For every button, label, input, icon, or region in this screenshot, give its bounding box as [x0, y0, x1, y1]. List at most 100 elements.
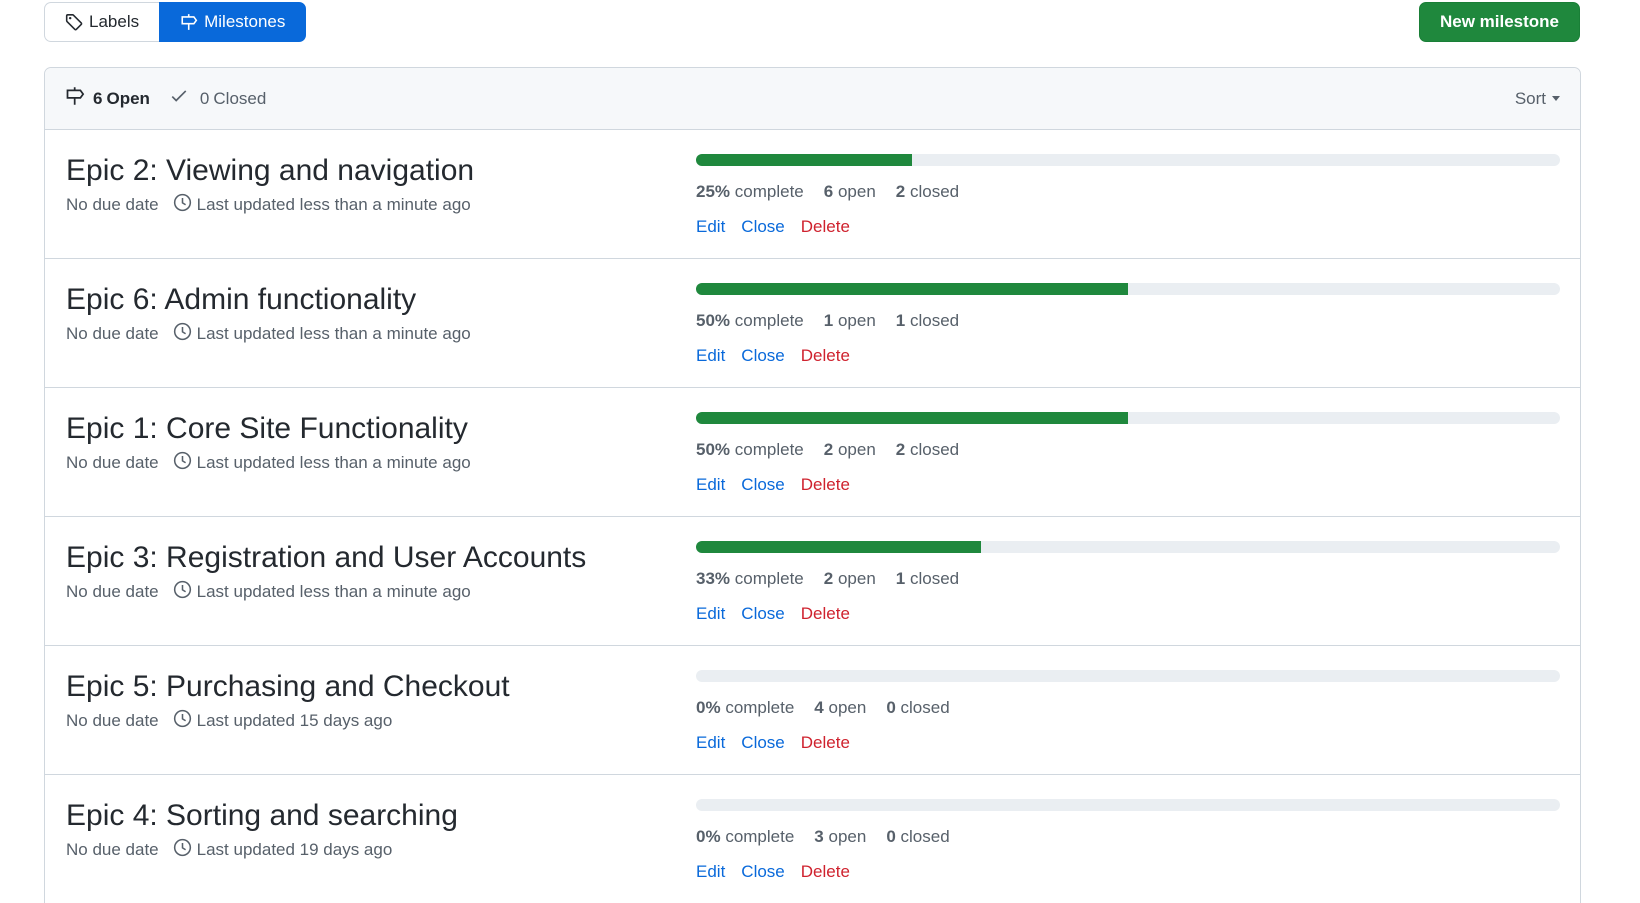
delete-link[interactable]: Delete	[801, 862, 850, 882]
milestone-actions: Edit Close Delete	[696, 217, 1560, 237]
milestone-icon	[180, 13, 198, 31]
progress-fill	[696, 283, 1128, 295]
delete-link[interactable]: Delete	[801, 475, 850, 495]
open-issues[interactable]: 3 open	[814, 827, 866, 847]
open-filter[interactable]: 6 Open	[65, 86, 150, 111]
closed-issues[interactable]: 1 closed	[896, 569, 959, 589]
edit-link[interactable]: Edit	[696, 604, 725, 624]
milestone-stats: 25% complete 6 open 2 closed	[696, 182, 1560, 202]
closed-filter[interactable]: 0 Closed	[170, 87, 266, 110]
clock-icon	[173, 451, 192, 475]
milestone-info: Epic 2: Viewing and navigation No due da…	[66, 154, 676, 217]
progress-fill	[696, 154, 912, 166]
sort-label: Sort	[1514, 88, 1546, 108]
milestone-meta: No due date Last updated less than a min…	[66, 193, 676, 217]
edit-link[interactable]: Edit	[696, 733, 725, 753]
milestone-meta: No due date Last updated less than a min…	[66, 451, 676, 475]
closed-issues[interactable]: 1 closed	[896, 311, 959, 331]
open-issues[interactable]: 6 open	[824, 182, 876, 202]
delete-link[interactable]: Delete	[801, 217, 850, 237]
open-issues[interactable]: 1 open	[824, 311, 876, 331]
milestone-row: Epic 3: Registration and User Accounts N…	[45, 517, 1580, 646]
last-updated-text: Last updated 19 days ago	[196, 840, 393, 859]
open-issues[interactable]: 2 open	[824, 569, 876, 589]
clock-icon	[173, 193, 192, 217]
edit-link[interactable]: Edit	[696, 346, 725, 366]
new-milestone-button[interactable]: New milestone	[1419, 2, 1580, 42]
edit-link[interactable]: Edit	[696, 475, 725, 495]
milestone-title[interactable]: Epic 5: Purchasing and Checkout	[66, 670, 676, 704]
edit-link[interactable]: Edit	[696, 862, 725, 882]
open-issues[interactable]: 4 open	[814, 698, 866, 718]
milestone-info: Epic 3: Registration and User Accounts N…	[66, 541, 676, 604]
close-link[interactable]: Close	[741, 604, 784, 624]
labels-tab[interactable]: Labels	[44, 2, 160, 42]
close-link[interactable]: Close	[741, 217, 784, 237]
milestone-progress-area: 33% complete 2 open 1 closed Edit Close …	[696, 541, 1560, 624]
due-date: No due date	[66, 453, 159, 472]
percent-complete: 25% complete	[696, 182, 804, 201]
edit-link[interactable]: Edit	[696, 217, 725, 237]
delete-link[interactable]: Delete	[801, 733, 850, 753]
due-date: No due date	[66, 711, 159, 730]
last-updated: Last updated less than a minute ago	[173, 580, 471, 604]
milestone-row: Epic 4: Sorting and searching No due dat…	[45, 775, 1580, 903]
percent-complete: 50% complete	[696, 311, 804, 330]
closed-issues[interactable]: 0 closed	[886, 698, 949, 718]
closed-label: Closed	[213, 88, 267, 108]
close-link[interactable]: Close	[741, 733, 784, 753]
milestone-actions: Edit Close Delete	[696, 604, 1560, 624]
progress-bar	[696, 670, 1560, 682]
progress-fill	[696, 412, 1128, 424]
milestone-actions: Edit Close Delete	[696, 862, 1560, 882]
open-label: Open	[106, 88, 150, 108]
milestone-progress-area: 25% complete 6 open 2 closed Edit Close …	[696, 154, 1560, 237]
closed-issues[interactable]: 2 closed	[896, 182, 959, 202]
milestone-row: Epic 6: Admin functionality No due date …	[45, 259, 1580, 388]
list-header: 6 Open 0 Closed Sort	[45, 68, 1580, 130]
last-updated-text: Last updated less than a minute ago	[196, 453, 471, 472]
milestone-progress-area: 0% complete 3 open 0 closed Edit Close D…	[696, 799, 1560, 882]
milestone-title[interactable]: Epic 3: Registration and User Accounts	[66, 541, 676, 575]
milestone-progress-area: 50% complete 1 open 1 closed Edit Close …	[696, 283, 1560, 366]
closed-issues[interactable]: 0 closed	[886, 827, 949, 847]
last-updated: Last updated less than a minute ago	[173, 322, 471, 346]
due-date: No due date	[66, 324, 159, 343]
closed-count: 0	[199, 88, 210, 108]
due-date: No due date	[66, 840, 159, 859]
close-link[interactable]: Close	[741, 475, 784, 495]
closed-issues[interactable]: 2 closed	[896, 440, 959, 460]
close-link[interactable]: Close	[741, 346, 784, 366]
open-issues[interactable]: 2 open	[824, 440, 876, 460]
milestone-rows: Epic 2: Viewing and navigation No due da…	[45, 130, 1580, 903]
milestone-row: Epic 5: Purchasing and Checkout No due d…	[45, 646, 1580, 775]
labels-tab-label: Labels	[89, 12, 140, 31]
milestone-info: Epic 1: Core Site Functionality No due d…	[66, 412, 676, 475]
sort-dropdown[interactable]: Sort	[1515, 89, 1560, 109]
milestones-tab-label: Milestones	[204, 12, 286, 31]
clock-icon	[173, 709, 192, 733]
milestone-stats: 50% complete 2 open 2 closed	[696, 440, 1560, 460]
milestones-tab[interactable]: Milestones	[159, 2, 307, 42]
milestone-stats: 50% complete 1 open 1 closed	[696, 311, 1560, 331]
last-updated-text: Last updated less than a minute ago	[196, 582, 471, 601]
delete-link[interactable]: Delete	[801, 604, 850, 624]
milestone-title[interactable]: Epic 1: Core Site Functionality	[66, 412, 676, 446]
delete-link[interactable]: Delete	[801, 346, 850, 366]
close-link[interactable]: Close	[741, 862, 784, 882]
clock-icon	[173, 322, 192, 346]
milestones-list: 6 Open 0 Closed Sort Epic 2: Viewing and…	[44, 67, 1581, 903]
last-updated-text: Last updated less than a minute ago	[196, 324, 471, 343]
milestone-title[interactable]: Epic 6: Admin functionality	[66, 283, 676, 317]
percent-complete: 0% complete	[696, 698, 795, 717]
milestone-title[interactable]: Epic 2: Viewing and navigation	[66, 154, 676, 188]
open-count: 6	[93, 88, 103, 108]
milestone-title[interactable]: Epic 4: Sorting and searching	[66, 799, 676, 833]
subnav: Labels Milestones	[44, 2, 307, 42]
progress-bar	[696, 541, 1560, 553]
milestone-actions: Edit Close Delete	[696, 346, 1560, 366]
caret-down-icon	[1552, 96, 1560, 101]
milestone-actions: Edit Close Delete	[696, 475, 1560, 495]
last-updated-text: Last updated less than a minute ago	[196, 195, 471, 214]
progress-bar	[696, 799, 1560, 811]
